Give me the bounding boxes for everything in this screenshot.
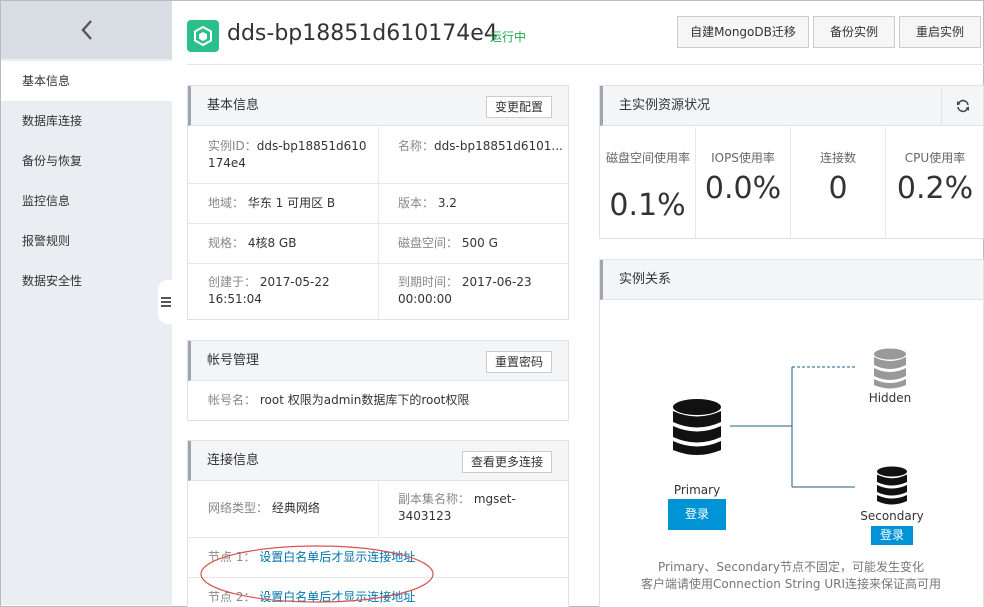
panel-title: 主实例资源状况 xyxy=(619,98,711,113)
instance-name-field: 名称：dds-bp18851d6101... xyxy=(398,138,563,155)
row-divider xyxy=(188,223,568,224)
field-label: 实例ID： xyxy=(208,139,257,153)
disk-space-field: 磁盘空间： 500 G xyxy=(398,235,498,252)
disk-usage-value: 0.1% xyxy=(609,188,686,223)
row-divider xyxy=(188,537,568,538)
panel-title: 基本信息 xyxy=(207,98,260,113)
hidden-database-icon xyxy=(874,348,906,389)
secondary-database-icon xyxy=(877,466,907,505)
field-value: 500 G xyxy=(461,236,498,250)
header-divider xyxy=(187,64,984,65)
relation-diagram xyxy=(730,366,855,488)
restart-instance-button[interactable]: 重启实例 xyxy=(899,16,981,48)
panel-header: 连接信息 查看更多连接 xyxy=(188,441,568,481)
secondary-login-button[interactable]: 登录 xyxy=(871,526,913,545)
account-name-field: 帐号名： root 权限为admin数据库下的root权限 xyxy=(208,392,469,409)
expires-at-field: 到期时间： 2017-06-23 00:00:00 xyxy=(398,274,563,308)
menu-collapse-icon xyxy=(161,297,171,307)
row-divider xyxy=(188,183,568,184)
sidebar-item-db-connection[interactable]: 数据库连接 xyxy=(1,101,172,141)
field-value: root 权限为admin数据库下的root权限 xyxy=(259,393,470,407)
field-label: 版本： xyxy=(398,196,435,210)
sidebar-item-label: 监控信息 xyxy=(22,194,71,208)
resources-panel: 主实例资源状况 磁盘空间使用率 0.1% IOPS使用率 0.0% 连接数 0 … xyxy=(599,85,984,239)
relation-note-line1: Primary、Secondary节点不固定，可能发生变化 xyxy=(658,560,924,574)
page-title: dds-bp18851d610174e4 xyxy=(227,21,498,46)
disk-usage-label: 磁盘空间使用率 xyxy=(606,151,691,165)
region-field: 地域： 华东 1 可用区 B xyxy=(208,195,335,212)
status-badge: 运行中 xyxy=(490,30,527,44)
primary-login-button[interactable]: 登录 xyxy=(668,499,726,530)
mongodb-instance-icon xyxy=(187,20,219,52)
chevron-left-icon xyxy=(80,20,92,40)
panel-header: 帐号管理 重置密码 xyxy=(188,341,568,381)
field-value: 华东 1 可用区 B xyxy=(247,196,336,210)
field-value: 4核8 GB xyxy=(247,236,297,250)
back-button[interactable] xyxy=(1,1,172,59)
field-label: 创建于： xyxy=(208,275,257,289)
relation-note-line2: 客户端请使用Connection String URI连接来保证高可用 xyxy=(640,577,941,591)
version-field: 版本： 3.2 xyxy=(398,195,457,212)
sidebar-item-basic-info[interactable]: 基本信息 xyxy=(1,61,172,101)
field-label: 磁盘空间： xyxy=(398,236,459,250)
basic-info-panel: 基本信息 变更配置 实例ID：dds-bp18851d610174e4 名称：d… xyxy=(187,85,569,320)
created-at-field: 创建于： 2017-05-22 16:51:04 xyxy=(208,274,373,308)
sidebar-item-label: 基本信息 xyxy=(22,74,71,88)
field-label: 帐号名： xyxy=(208,393,257,407)
hidden-label: Hidden xyxy=(868,391,912,405)
refresh-icon xyxy=(956,99,969,112)
sidebar-item-monitoring[interactable]: 监控信息 xyxy=(1,181,172,221)
field-label: 规格： xyxy=(208,236,245,250)
sidebar-item-label: 备份与恢复 xyxy=(22,154,83,168)
sidebar-item-label: 报警规则 xyxy=(22,234,71,248)
field-value: dds-bp18851d6101... xyxy=(434,139,563,153)
column-divider xyxy=(378,482,379,537)
field-value: 经典网络 xyxy=(271,501,320,515)
network-type-field: 网络类型： 经典网络 xyxy=(208,500,320,517)
iops-usage-label: IOPS使用率 xyxy=(711,151,775,165)
panel-header: 实例关系 xyxy=(600,260,983,300)
secondary-label: Secondary xyxy=(860,509,924,523)
field-label: 到期时间： xyxy=(398,275,459,289)
field-label: 网络类型： xyxy=(208,501,269,515)
primary-label: Primary xyxy=(673,483,721,497)
more-connections-button[interactable]: 查看更多连接 xyxy=(461,451,552,473)
primary-database-icon xyxy=(673,399,721,455)
instance-id-field: 实例ID：dds-bp18851d610174e4 xyxy=(208,138,373,172)
field-value: 3.2 xyxy=(437,196,457,210)
sidebar-item-data-security[interactable]: 数据安全性 xyxy=(1,261,172,301)
connections-label: 连接数 xyxy=(819,151,856,165)
panel-header: 基本信息 变更配置 xyxy=(188,86,568,126)
account-panel: 帐号管理 重置密码 帐号名： root 权限为admin数据库下的root权限 xyxy=(187,340,569,421)
replset-name-field: 副本集名称： mgset-3403123 xyxy=(398,491,563,525)
reset-password-button[interactable]: 重置密码 xyxy=(485,351,552,373)
row-divider xyxy=(188,263,568,264)
field-label: 名称： xyxy=(398,139,435,153)
panel-title: 实例关系 xyxy=(619,272,672,287)
field-label: 地域： xyxy=(208,196,245,210)
panel-title: 连接信息 xyxy=(207,453,260,468)
cpu-usage-value: 0.2% xyxy=(896,171,974,206)
panel-title: 帐号管理 xyxy=(207,353,260,368)
connections-value: 0 xyxy=(828,171,848,206)
migrate-mongodb-button[interactable]: 自建MongoDB迁移 xyxy=(677,16,809,48)
sidebar-collapse-toggle[interactable] xyxy=(158,280,174,324)
panel-header: 主实例资源状况 xyxy=(600,86,983,126)
spec-field: 规格： 4核8 GB xyxy=(208,235,296,252)
refresh-button[interactable] xyxy=(941,86,983,125)
sidebar: 基本信息 数据库连接 备份与恢复 监控信息 报警规则 数据安全性 xyxy=(1,1,172,605)
sidebar-item-label: 数据安全性 xyxy=(22,274,83,288)
cpu-usage-label: CPU使用率 xyxy=(904,151,966,165)
sidebar-item-backup-restore[interactable]: 备份与恢复 xyxy=(1,141,172,181)
sidebar-item-alarm-rules[interactable]: 报警规则 xyxy=(1,221,172,261)
annotation-ellipse xyxy=(200,545,434,603)
iops-usage-value: 0.0% xyxy=(704,171,782,206)
backup-instance-button[interactable]: 备份实例 xyxy=(813,16,895,48)
change-config-button[interactable]: 变更配置 xyxy=(485,96,552,118)
sidebar-item-label: 数据库连接 xyxy=(22,114,83,128)
field-label: 副本集名称： xyxy=(398,492,471,506)
